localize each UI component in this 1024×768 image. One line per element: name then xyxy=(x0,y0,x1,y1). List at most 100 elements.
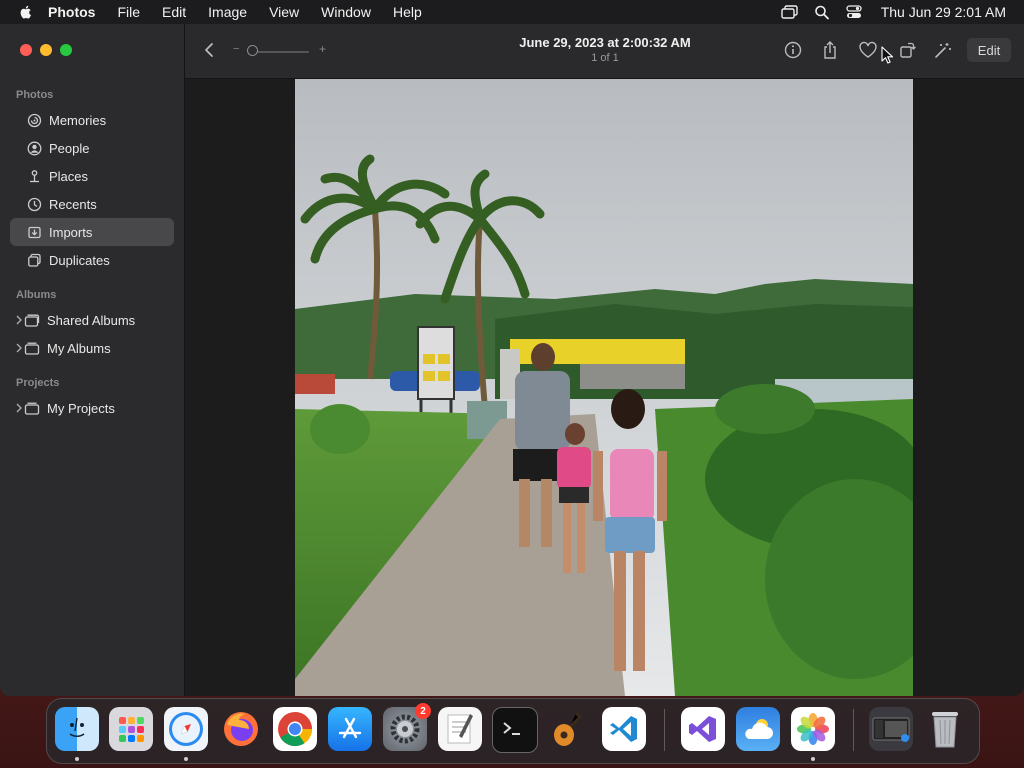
screen-mirroring-icon[interactable] xyxy=(780,4,799,20)
zoom-slider[interactable]: − + xyxy=(233,42,329,56)
sidebar-item-my-albums[interactable]: My Albums xyxy=(10,334,174,362)
dock-vscode[interactable] xyxy=(602,707,646,751)
dock-trash[interactable] xyxy=(923,707,967,751)
sidebar-item-people[interactable]: People xyxy=(10,134,174,162)
minimize-button[interactable] xyxy=(40,44,52,56)
sidebar-item-label: Memories xyxy=(49,112,107,128)
photo-image[interactable] xyxy=(295,79,913,696)
dock-safari[interactable] xyxy=(164,707,208,751)
toolbar: − + June 29, 2023 at 2:00:32 AM 1 of 1 E… xyxy=(185,24,1024,79)
vscode-icon xyxy=(610,716,637,742)
imports-icon xyxy=(26,224,42,240)
apple-logo-icon[interactable] xyxy=(18,4,34,20)
close-button[interactable] xyxy=(20,44,32,56)
sidebar-item-label: Recents xyxy=(49,196,97,212)
safari-compass-icon xyxy=(169,712,203,746)
running-indicator xyxy=(811,757,815,761)
places-icon xyxy=(26,168,42,184)
dock-finder[interactable] xyxy=(55,707,99,751)
chevron-right-icon[interactable] xyxy=(15,315,23,325)
share-icon[interactable] xyxy=(820,40,840,60)
dock-photos[interactable] xyxy=(791,707,835,751)
fullscreen-button[interactable] xyxy=(60,44,72,56)
photos-window: Photos Memories People Places Recents Im… xyxy=(0,24,1024,696)
menu-bar: Photos File Edit Image View Window Help … xyxy=(0,0,1024,24)
sidebar-item-my-projects[interactable]: My Projects xyxy=(10,394,174,422)
sidebar-section-albums: Albums xyxy=(16,289,57,301)
sidebar-item-label: Places xyxy=(49,168,89,184)
sidebar-item-label: Imports xyxy=(49,224,93,240)
visual-studio-icon xyxy=(689,716,716,742)
dock-window-preview[interactable] xyxy=(869,707,913,751)
menu-edit[interactable]: Edit xyxy=(162,4,186,20)
dock: 2 xyxy=(46,698,980,764)
menu-bar-clock[interactable]: Thu Jun 29 2:01 AM xyxy=(881,4,1006,20)
dock-firefox[interactable] xyxy=(219,707,263,751)
window-controls xyxy=(20,44,72,56)
back-chevron-icon[interactable] xyxy=(203,42,215,58)
running-indicator xyxy=(75,757,79,761)
magic-wand-icon[interactable] xyxy=(933,40,953,60)
dock-separator xyxy=(664,709,665,751)
menu-app-photos[interactable]: Photos xyxy=(48,4,95,20)
weather-cloud-icon xyxy=(745,719,773,739)
dock-separator xyxy=(853,709,854,751)
photos-flower-icon xyxy=(797,713,829,745)
dock-chrome[interactable] xyxy=(273,707,317,751)
rotate-icon[interactable] xyxy=(897,40,917,60)
dock-garageband[interactable] xyxy=(547,707,591,751)
menu-window[interactable]: Window xyxy=(321,4,371,20)
sidebar-item-label: My Projects xyxy=(47,400,115,416)
edit-button[interactable]: Edit xyxy=(967,38,1011,62)
mouse-pointer-icon xyxy=(881,46,893,64)
chevron-right-icon[interactable] xyxy=(15,343,23,353)
zoom-in-label: + xyxy=(319,42,327,56)
sidebar-item-shared-albums[interactable]: Shared Albums xyxy=(10,306,174,334)
dock-visual-studio[interactable] xyxy=(681,707,725,751)
menu-view[interactable]: View xyxy=(269,4,299,20)
spotlight-search-icon[interactable] xyxy=(813,4,831,20)
menu-file[interactable]: File xyxy=(117,4,140,20)
memories-icon xyxy=(26,112,42,128)
zoom-out-label: − xyxy=(233,43,240,55)
notification-badge: 2 xyxy=(415,703,431,719)
sidebar-item-duplicates[interactable]: Duplicates xyxy=(10,246,174,274)
sidebar-item-label: People xyxy=(49,140,90,156)
info-icon[interactable] xyxy=(783,40,803,60)
dock-system-settings[interactable]: 2 xyxy=(383,703,431,751)
firefox-icon xyxy=(224,712,258,746)
sidebar-section-photos: Photos xyxy=(16,89,54,101)
people-icon xyxy=(26,140,42,156)
sidebar-item-label: Shared Albums xyxy=(47,312,136,328)
textedit-pen-icon xyxy=(447,714,473,744)
shared-albums-icon xyxy=(24,312,40,328)
guitar-icon xyxy=(554,711,583,746)
photo-title: June 29, 2023 at 2:00:32 AM xyxy=(519,35,691,50)
terminal-prompt-icon xyxy=(503,722,520,735)
albums-icon xyxy=(24,340,40,356)
projects-icon xyxy=(24,400,40,416)
sidebar-item-imports[interactable]: Imports xyxy=(10,218,174,246)
menu-image[interactable]: Image xyxy=(208,4,247,20)
launchpad-grid-icon xyxy=(119,717,144,742)
dock-app-store[interactable] xyxy=(328,707,372,751)
recents-icon xyxy=(26,196,42,212)
dock-terminal[interactable] xyxy=(492,707,538,753)
menu-help[interactable]: Help xyxy=(393,4,422,20)
sidebar-item-places[interactable]: Places xyxy=(10,162,174,190)
chevron-right-icon[interactable] xyxy=(15,403,23,413)
sidebar-item-label: My Albums xyxy=(47,340,111,356)
heart-icon[interactable] xyxy=(858,40,878,60)
chrome-icon xyxy=(278,712,313,747)
zoom-knob[interactable] xyxy=(247,45,258,56)
dock-textedit[interactable] xyxy=(438,707,482,751)
sidebar-item-memories[interactable]: Memories xyxy=(10,106,174,134)
sidebar-section-projects: Projects xyxy=(16,377,60,389)
dock-weather[interactable] xyxy=(736,707,780,751)
control-center-icon[interactable] xyxy=(845,4,863,20)
running-indicator xyxy=(184,757,188,761)
dock-launchpad[interactable] xyxy=(109,707,153,751)
photo-counter: 1 of 1 xyxy=(591,52,619,64)
duplicates-icon xyxy=(26,252,42,268)
sidebar-item-recents[interactable]: Recents xyxy=(10,190,174,218)
